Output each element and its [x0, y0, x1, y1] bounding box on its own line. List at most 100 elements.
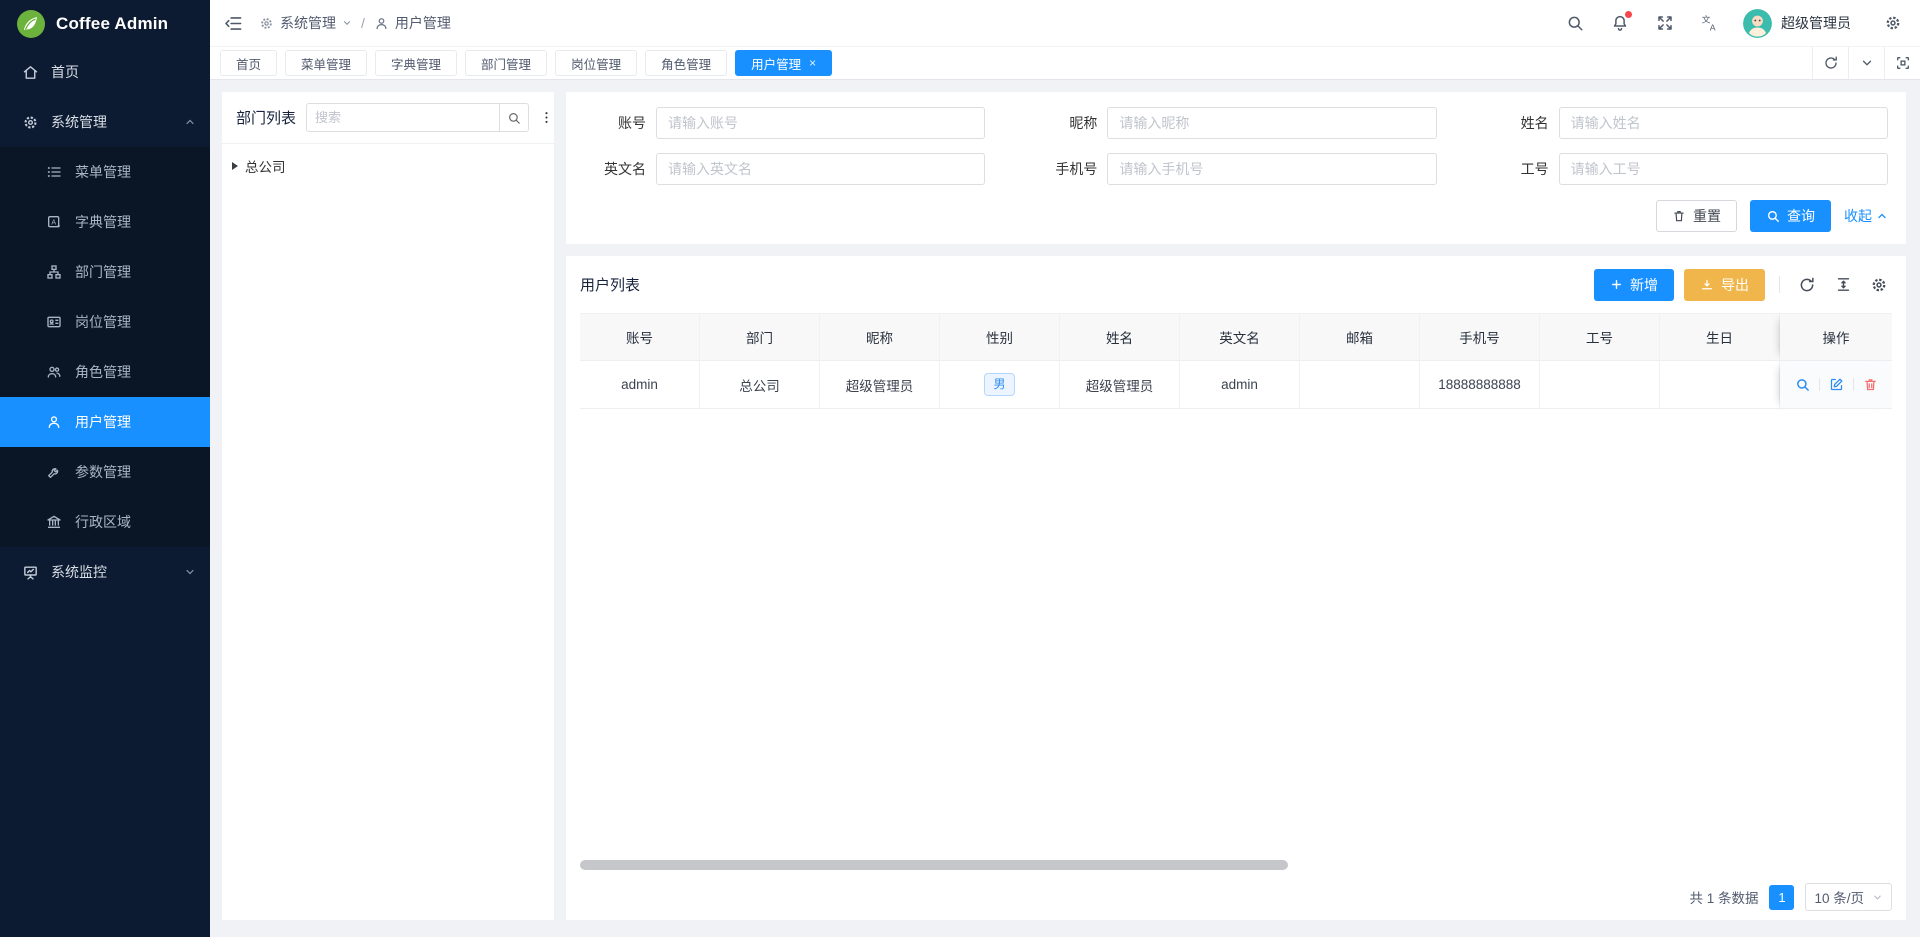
delete-icon[interactable] [1863, 377, 1878, 392]
refresh-icon[interactable] [1794, 272, 1820, 298]
reset-button[interactable]: 重置 [1656, 200, 1737, 232]
dictionary-icon: A [46, 214, 63, 231]
column-header: 生日 [1660, 313, 1780, 361]
filter-actions: 重置 查询 收起 [584, 200, 1888, 232]
frame-fullscreen-icon[interactable] [1884, 47, 1920, 79]
field-label: 昵称 [1035, 113, 1097, 133]
nickname-input[interactable] [1107, 107, 1436, 139]
tab-dict-management[interactable]: 字典管理 [375, 50, 457, 76]
sidebar-item-home[interactable]: 首页 [0, 47, 210, 97]
sidebar-item-menu-management[interactable]: 菜单管理 [0, 147, 210, 197]
tree-node-head-office[interactable]: 总公司 [232, 153, 544, 179]
search-button[interactable]: 查询 [1750, 200, 1831, 232]
column-header: 姓名 [1060, 313, 1180, 361]
sidebar-item-post-management[interactable]: 岗位管理 [0, 297, 210, 347]
app-root: Coffee Admin 首页 系统管理 菜单管理 [0, 0, 1920, 937]
caret-right-icon[interactable] [232, 162, 238, 170]
sidebar-item-param-management[interactable]: 参数管理 [0, 447, 210, 497]
department-search-input[interactable] [306, 103, 499, 132]
account-input[interactable] [656, 107, 985, 139]
tab-home[interactable]: 首页 [220, 50, 277, 76]
view-icon[interactable] [1795, 377, 1810, 392]
gender-tag: 男 [984, 373, 1014, 395]
tab-bar: 首页 菜单管理 字典管理 部门管理 岗位管理 角色管理 用户管理 × [210, 47, 1920, 80]
department-panel-header: 部门列表 [222, 92, 554, 144]
breadcrumb-parent-label: 系统管理 [280, 13, 336, 33]
breadcrumb-parent[interactable]: 系统管理 [259, 13, 352, 33]
search-icon [1766, 209, 1780, 223]
table-header-row: 账号 部门 昵称 性别 姓名 英文名 邮箱 手机号 工号 生日 操作 [580, 313, 1892, 361]
collapse-filter-link[interactable]: 收起 [1844, 206, 1888, 226]
sidebar-item-label: 行政区域 [75, 512, 196, 532]
collapse-sidebar-icon[interactable] [224, 14, 243, 33]
table-empty-space [580, 409, 1892, 860]
user-menu[interactable]: 超级管理员 [1743, 9, 1851, 38]
breadcrumb-divider: / [361, 15, 365, 31]
department-panel-title: 部门列表 [236, 107, 296, 128]
org-chart-icon [46, 264, 63, 281]
wrench-icon [46, 464, 63, 481]
field-label: 账号 [584, 113, 646, 133]
breadcrumb-current: 用户管理 [374, 13, 451, 33]
page-number-button[interactable]: 1 [1769, 885, 1794, 910]
english-name-input[interactable] [656, 153, 985, 185]
tab-dept-management[interactable]: 部门管理 [465, 50, 547, 76]
cell-phone: 18888888888 [1420, 361, 1540, 409]
add-user-button[interactable]: 新增 [1594, 269, 1674, 301]
sidebar-item-role-management[interactable]: 角色管理 [0, 347, 210, 397]
column-header: 工号 [1540, 313, 1660, 361]
sidebar-item-label: 岗位管理 [75, 312, 196, 332]
column-header: 部门 [700, 313, 820, 361]
cell-job-number [1540, 361, 1660, 409]
app-title: Coffee Admin [56, 14, 168, 34]
gear-icon [22, 114, 39, 131]
sidebar-item-system-monitor[interactable]: 系统监控 [0, 547, 210, 597]
close-icon[interactable]: × [809, 57, 816, 69]
fullscreen-icon[interactable] [1656, 14, 1674, 32]
svg-text:A: A [51, 219, 56, 226]
search-icon[interactable] [1566, 14, 1584, 32]
tab-label: 菜单管理 [301, 54, 351, 73]
sidebar: Coffee Admin 首页 系统管理 菜单管理 [0, 0, 210, 937]
name-input[interactable] [1559, 107, 1888, 139]
chevron-down-icon[interactable] [1848, 47, 1884, 79]
edit-icon[interactable] [1829, 377, 1844, 392]
sidebar-item-system-management[interactable]: 系统管理 [0, 97, 210, 147]
sidebar-item-dict-management[interactable]: A 字典管理 [0, 197, 210, 247]
filter-form-card: 账号 昵称 姓名 英文名 [566, 92, 1906, 244]
tab-role-management[interactable]: 角色管理 [645, 50, 727, 76]
search-icon[interactable] [499, 103, 529, 132]
cell-email [1300, 361, 1420, 409]
page-size-select[interactable]: 10 条/页 [1805, 883, 1892, 911]
tab-user-management[interactable]: 用户管理 × [735, 50, 832, 76]
divider [1853, 378, 1854, 391]
horizontal-scrollbar[interactable] [580, 860, 1892, 870]
more-vertical-icon[interactable] [539, 110, 554, 125]
tab-label: 用户管理 [751, 54, 801, 73]
settings-gear-icon[interactable] [1884, 14, 1902, 32]
divider [1819, 378, 1820, 391]
leaf-logo-icon [16, 9, 46, 39]
tab-post-management[interactable]: 岗位管理 [555, 50, 637, 76]
sidebar-item-label: 系统监控 [51, 562, 184, 582]
phone-input[interactable] [1107, 153, 1436, 185]
sidebar-item-label: 菜单管理 [75, 162, 196, 182]
column-header: 昵称 [820, 313, 940, 361]
sidebar-item-user-management[interactable]: 用户管理 [0, 397, 210, 447]
chevron-down-icon [184, 566, 196, 578]
tab-menu-management[interactable]: 菜单管理 [285, 50, 367, 76]
gear-icon [259, 16, 274, 31]
sidebar-item-dept-management[interactable]: 部门管理 [0, 247, 210, 297]
chevron-up-icon [184, 116, 196, 128]
clear-icon [1672, 209, 1686, 223]
sidebar-item-admin-region[interactable]: 行政区域 [0, 497, 210, 547]
chevron-up-icon [1876, 210, 1888, 222]
export-button[interactable]: 导出 [1684, 269, 1765, 301]
row-height-icon[interactable] [1830, 272, 1856, 298]
bell-icon[interactable] [1611, 14, 1629, 32]
gear-icon[interactable] [1866, 272, 1892, 298]
translate-icon[interactable]: 文A [1701, 14, 1720, 33]
job-number-input[interactable] [1559, 153, 1888, 185]
scrollbar-thumb[interactable] [580, 860, 1288, 870]
refresh-icon[interactable] [1812, 47, 1848, 79]
